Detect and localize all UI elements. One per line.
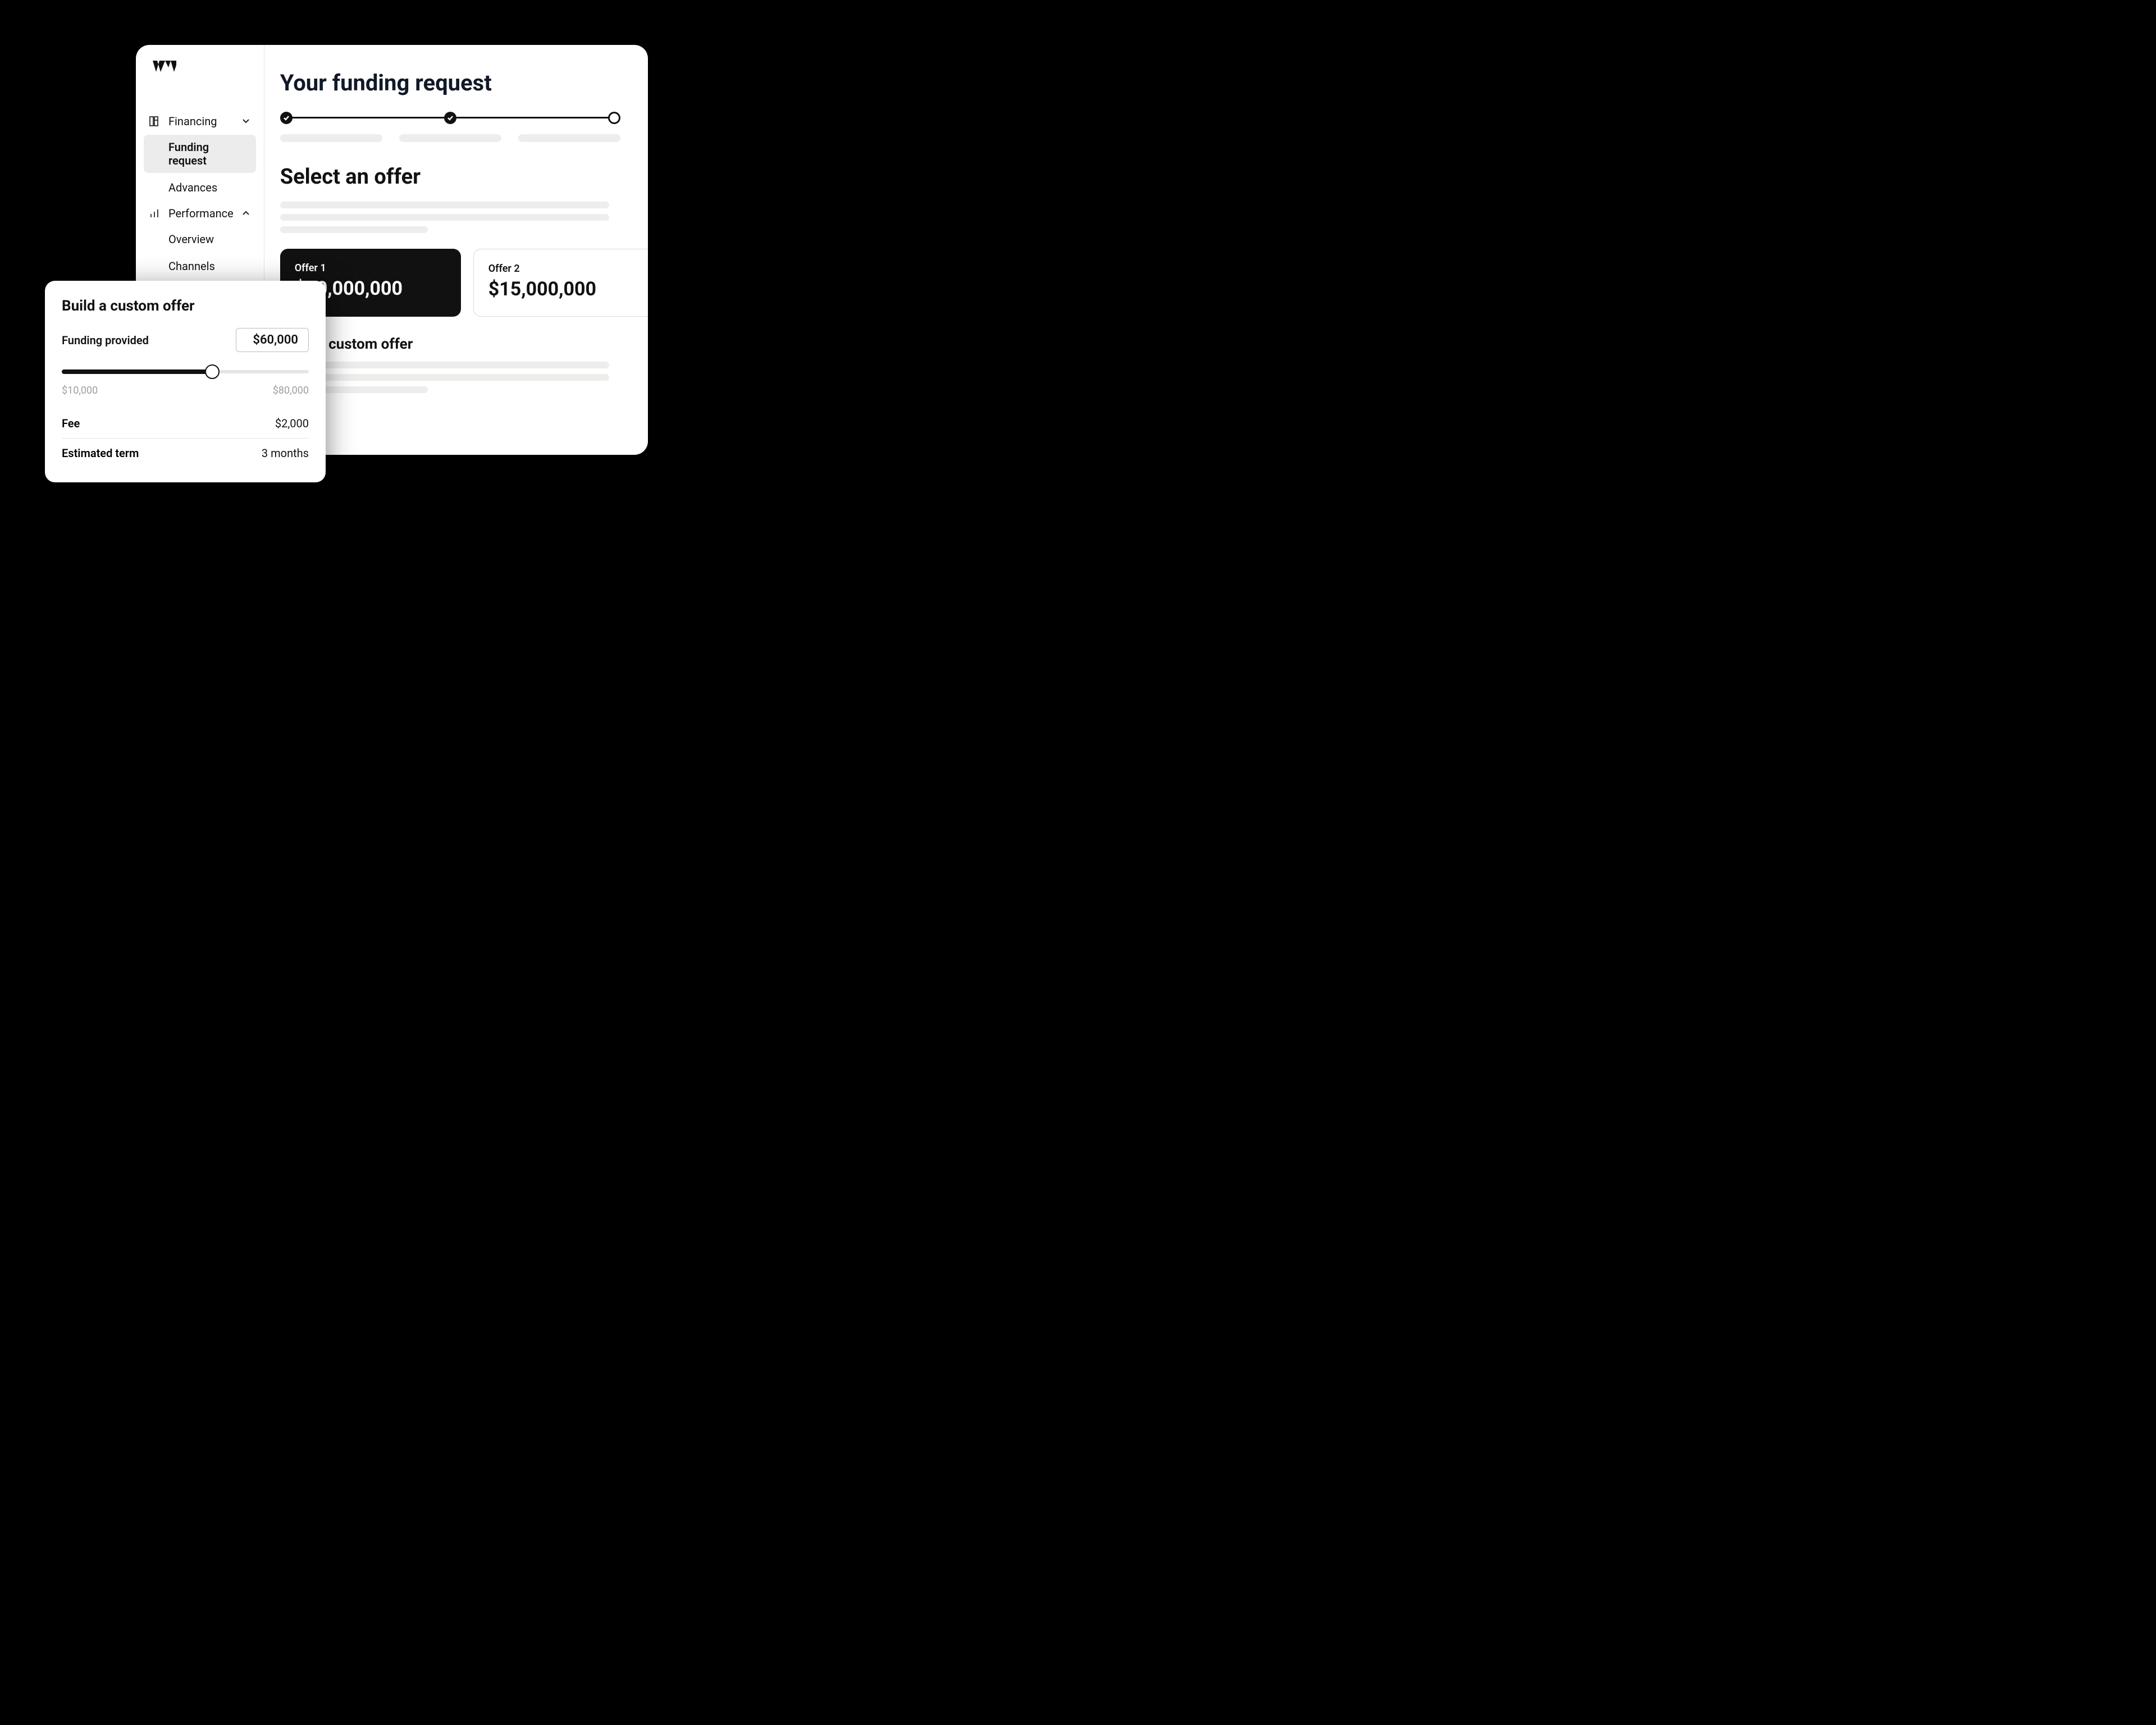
- offer-label: Offer 2: [488, 263, 639, 275]
- nav-sub-funding-request[interactable]: Funding request: [144, 135, 256, 173]
- chevron-down-icon: [241, 115, 250, 128]
- skeleton-step-labels: [280, 134, 620, 142]
- logo: [152, 61, 264, 75]
- nav-sub-overview[interactable]: Overview: [136, 227, 264, 252]
- section-title: Select an offer: [280, 165, 648, 189]
- slider-min-label: $10,000: [62, 385, 98, 396]
- offer-card-2[interactable]: Offer 2 $15,000,000: [473, 249, 648, 317]
- custom-offer-heading: Build a custom offer: [280, 336, 648, 353]
- step-2-complete: [444, 112, 456, 124]
- funding-slider[interactable]: [62, 360, 309, 382]
- skeleton-text: [280, 202, 609, 233]
- skeleton-text: [280, 362, 609, 393]
- nav-sub-channels[interactable]: Channels: [136, 254, 264, 279]
- fee-value: $2,000: [275, 417, 309, 430]
- performance-icon: [148, 208, 161, 218]
- nav-label: Performance: [168, 207, 234, 220]
- chevron-up-icon: [241, 207, 250, 220]
- fee-label: Fee: [62, 417, 80, 430]
- nav-label: Financing: [168, 115, 234, 128]
- page-title: Your funding request: [280, 70, 648, 96]
- step-1-complete: [280, 112, 293, 124]
- funding-provided-label: Funding provided: [62, 334, 149, 347]
- offer-list: Offer 1 $10,000,000 Offer 2 $15,000,000: [280, 249, 648, 317]
- progress-stepper: [280, 112, 620, 124]
- nav-sub-advances[interactable]: Advances: [136, 175, 264, 200]
- term-value: 3 months: [262, 446, 309, 460]
- custom-offer-card: Build a custom offer Funding provided $6…: [45, 281, 326, 482]
- nav-item-performance[interactable]: Performance: [136, 201, 264, 226]
- offer-amount: $15,000,000: [488, 278, 639, 300]
- nav-item-financing[interactable]: Financing: [136, 109, 264, 134]
- financing-icon: [148, 116, 161, 127]
- slider-max-label: $80,000: [273, 385, 309, 396]
- custom-offer-title: Build a custom offer: [62, 298, 309, 314]
- slider-thumb[interactable]: [205, 364, 220, 379]
- offer-label: Offer 1: [295, 262, 446, 274]
- term-label: Estimated term: [62, 446, 139, 460]
- funding-value-input[interactable]: $60,000: [236, 328, 309, 352]
- logo-icon: [152, 61, 176, 75]
- step-3-current: [608, 112, 620, 124]
